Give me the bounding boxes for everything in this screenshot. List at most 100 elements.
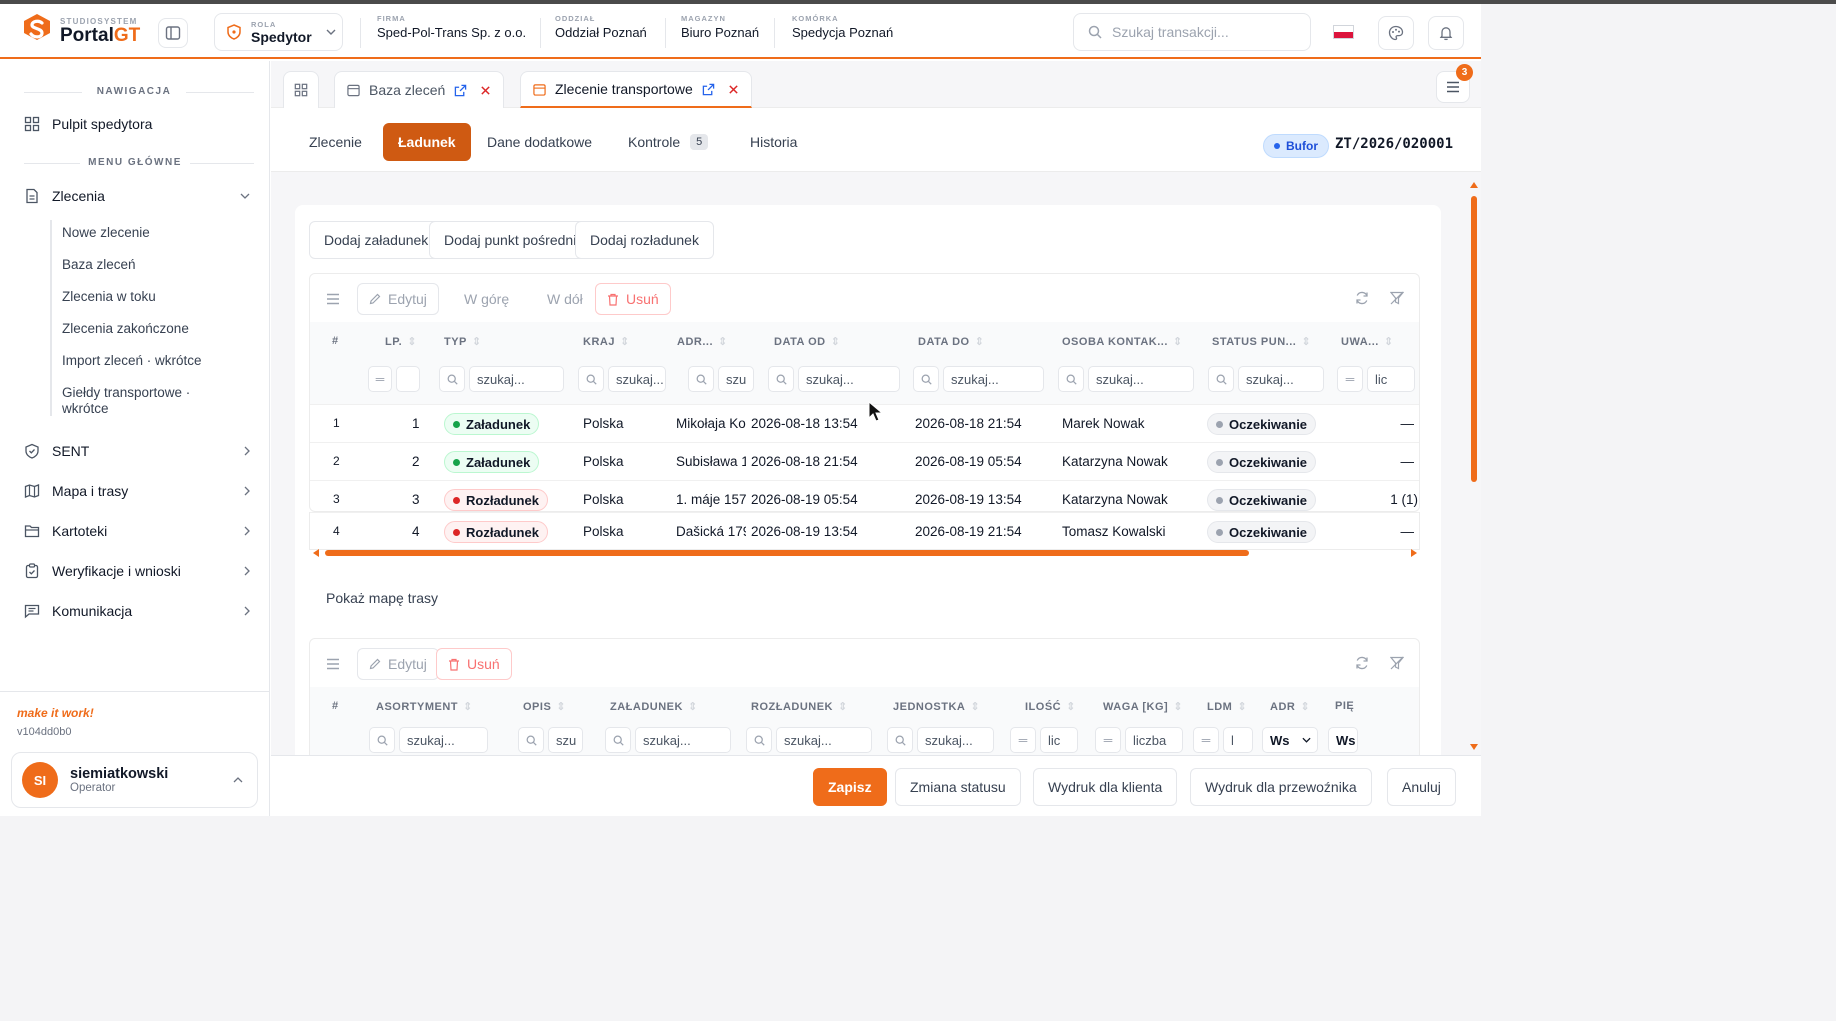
- column-header[interactable]: OPIS ⇕: [523, 700, 566, 714]
- close-icon[interactable]: [480, 85, 491, 96]
- clear-filter-icon[interactable]: [1390, 291, 1404, 305]
- sidebar-item-dashboard[interactable]: Pulpit spedytora: [24, 116, 250, 132]
- column-header[interactable]: WAGA [KG] ⇕: [1103, 700, 1183, 714]
- table-row[interactable]: 2 2 Załadunek Polska Subisława 1 2026-08…: [310, 442, 1419, 480]
- subtab-controls[interactable]: Kontrole 5: [613, 123, 723, 161]
- save-button[interactable]: Zapisz: [813, 768, 887, 806]
- notifications-button[interactable]: [1428, 16, 1464, 50]
- column-header[interactable]: PIĘ: [1335, 700, 1354, 712]
- column-header[interactable]: #: [332, 335, 339, 347]
- add-unloading-button[interactable]: Dodaj rozładunek: [575, 221, 714, 259]
- external-link-icon[interactable]: [454, 84, 467, 97]
- close-icon[interactable]: [728, 84, 739, 95]
- column-header[interactable]: LDM ⇕: [1207, 700, 1247, 714]
- filter-operator[interactable]: ═: [1095, 727, 1121, 753]
- filter-operator[interactable]: ═: [1193, 727, 1219, 753]
- sidebar-item-orders[interactable]: Zlecenia: [24, 186, 250, 206]
- filter-date-to[interactable]: szukaj...: [943, 366, 1044, 392]
- sidebar-subitem-new-order[interactable]: Nowe zlecenie: [62, 225, 150, 241]
- column-header[interactable]: ZAŁADUNEK ⇕: [610, 700, 698, 714]
- column-header[interactable]: LP. ⇕: [385, 335, 417, 349]
- filter-adr-select[interactable]: Ws: [1262, 727, 1318, 753]
- filter-operator[interactable]: ═: [1337, 366, 1363, 392]
- show-route-map-toggle[interactable]: Pokaż mapę trasy: [326, 590, 438, 606]
- column-header[interactable]: ROZŁADUNEK ⇕: [751, 700, 848, 714]
- refresh-icon[interactable]: [1355, 291, 1369, 305]
- sidebar-item-communication[interactable]: Komunikacja: [24, 601, 250, 621]
- external-link-icon[interactable]: [702, 83, 715, 96]
- filter-operator[interactable]: ═: [368, 366, 392, 392]
- sidebar-item-verifications[interactable]: Weryfikacje i wnioski: [24, 561, 250, 581]
- change-status-button[interactable]: Zmiana statusu: [895, 768, 1021, 806]
- column-header[interactable]: JEDNOSTKA ⇕: [893, 700, 980, 714]
- filter-status[interactable]: szukaj...: [1238, 366, 1324, 392]
- filter-address[interactable]: szu: [718, 366, 754, 392]
- drag-handle-icon[interactable]: [326, 658, 340, 670]
- filter-loading[interactable]: szukaj...: [635, 727, 731, 753]
- filter-operator[interactable]: ═: [1010, 727, 1036, 753]
- sidebar-subitem-orders-in-progress[interactable]: Zlecenia w toku: [62, 289, 156, 305]
- subtab-order[interactable]: Zlecenie: [294, 123, 377, 161]
- table-row[interactable]: 1 1 Załadunek Polska Mikołaja Ko 2026-08…: [310, 404, 1419, 442]
- logo[interactable]: STUDIOSYSTEM PortalGT: [22, 13, 140, 49]
- column-header[interactable]: KRAJ ⇕: [583, 335, 630, 349]
- tab-home[interactable]: [283, 71, 319, 108]
- column-header[interactable]: ADR... ⇕: [677, 335, 728, 349]
- clear-filter-icon[interactable]: [1390, 656, 1404, 670]
- filter-weight[interactable]: liczba: [1125, 727, 1183, 753]
- filter-input[interactable]: [396, 366, 420, 392]
- sidebar-subitem-orders-completed[interactable]: Zlecenia zakończone: [62, 321, 189, 337]
- language-flag-pl[interactable]: [1333, 25, 1354, 39]
- filter-quantity[interactable]: lic: [1040, 727, 1078, 753]
- refresh-icon[interactable]: [1355, 656, 1369, 670]
- transaction-search[interactable]: [1073, 13, 1311, 51]
- print-client-button[interactable]: Wydruk dla klienta: [1033, 768, 1178, 806]
- column-header[interactable]: UWA... ⇕: [1341, 335, 1394, 349]
- print-carrier-button[interactable]: Wydruk dla przewoźnika: [1190, 768, 1372, 806]
- column-header[interactable]: OSOBA KONTAK... ⇕: [1062, 335, 1183, 349]
- drag-handle-icon[interactable]: [326, 293, 340, 305]
- filter-pie-select[interactable]: Ws: [1328, 727, 1358, 753]
- delete-button[interactable]: Usuń: [595, 283, 671, 315]
- tab-orders-base[interactable]: Baza zleceń: [334, 71, 505, 108]
- sidebar-item-sent[interactable]: SENT: [24, 441, 250, 461]
- column-header[interactable]: ASORTYMENT ⇕: [376, 700, 473, 714]
- edit-button[interactable]: Edytuj: [357, 648, 439, 680]
- sidebar-subitem-import[interactable]: Import zleceń · wkrótce: [62, 353, 202, 369]
- filter-notes[interactable]: lic: [1367, 366, 1415, 392]
- subtab-history[interactable]: Historia: [735, 123, 812, 161]
- delete-button[interactable]: Usuń: [436, 648, 512, 680]
- add-loading-button[interactable]: Dodaj załadunek: [309, 221, 444, 259]
- user-card[interactable]: SI siemiatkowski Operator: [11, 752, 258, 808]
- table-row[interactable]: 4 4 Rozładunek Polska Dašická 179 2026-0…: [310, 512, 1419, 549]
- table-row[interactable]: 3 3 Rozładunek Polska 1. máje 157, 2026-…: [310, 480, 1419, 511]
- sidebar-subitem-exchanges[interactable]: Giełdy transportowe · wkrótce: [62, 385, 222, 417]
- edit-button[interactable]: Edytuj: [357, 283, 439, 315]
- filter-assortment[interactable]: szukaj...: [399, 727, 488, 753]
- filter-unit[interactable]: szukaj...: [917, 727, 994, 753]
- cancel-button[interactable]: Anuluj: [1387, 768, 1456, 806]
- sidebar-subitem-orders-base[interactable]: Baza zleceń: [62, 257, 136, 273]
- filter-date-from[interactable]: szukaj...: [798, 366, 900, 392]
- filter-ldm[interactable]: l: [1223, 727, 1253, 753]
- filter-unloading[interactable]: szukaj...: [776, 727, 872, 753]
- sidebar-toggle-button[interactable]: [158, 18, 188, 48]
- role-selector[interactable]: ROLA Spedytor: [214, 13, 343, 51]
- column-header[interactable]: DATA DO ⇕: [918, 335, 984, 349]
- filter-description[interactable]: szu: [548, 727, 583, 753]
- column-header[interactable]: ADR ⇕: [1270, 700, 1310, 714]
- add-waypoint-button[interactable]: Dodaj punkt pośredni: [429, 221, 592, 259]
- search-input[interactable]: [1112, 24, 1292, 40]
- tab-transport-order[interactable]: Zlecenie transportowe: [520, 71, 752, 108]
- subtab-additional-data[interactable]: Dane dodatkowe: [472, 123, 607, 161]
- column-header[interactable]: DATA OD ⇕: [774, 335, 840, 349]
- filter-country[interactable]: szukaj...: [608, 366, 666, 392]
- filter-contact[interactable]: szukaj...: [1088, 366, 1194, 392]
- subtab-cargo[interactable]: Ładunek: [383, 123, 471, 161]
- move-up-button[interactable]: W górę: [453, 283, 521, 315]
- vertical-scrollbar[interactable]: [1469, 182, 1479, 750]
- sidebar-item-maps[interactable]: Mapa i trasy: [24, 481, 250, 501]
- sidebar-item-records[interactable]: Kartoteki: [24, 521, 250, 541]
- column-header[interactable]: #: [332, 700, 339, 712]
- theme-button[interactable]: [1378, 16, 1414, 50]
